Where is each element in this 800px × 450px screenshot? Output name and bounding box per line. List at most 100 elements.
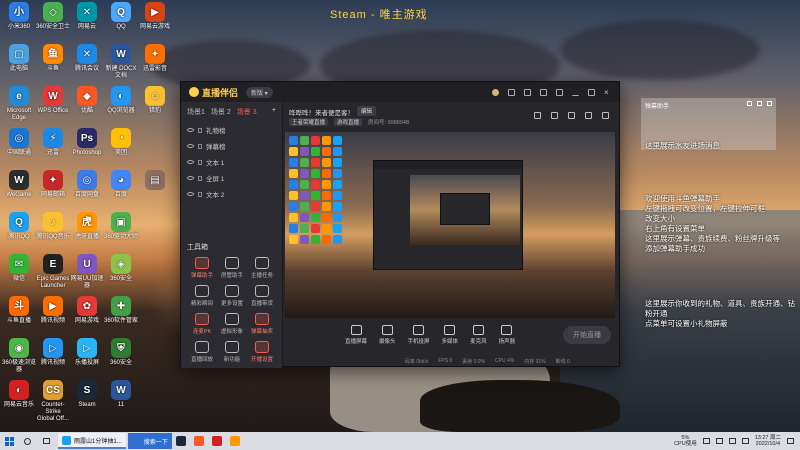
stream-tag[interactable]: 王者荣耀直播	[289, 118, 329, 126]
cpu-meter[interactable]: 5% CPU使用	[674, 435, 697, 447]
gift-icon[interactable]	[568, 112, 575, 119]
desktop-icon[interactable]: ◔ 美团	[104, 128, 138, 157]
tool-item[interactable]: 直播回放	[187, 341, 217, 363]
share-icon[interactable]	[602, 112, 609, 119]
source-button[interactable]: 摄像头	[379, 325, 396, 345]
tool-item[interactable]: 直播带货	[247, 285, 277, 307]
tool-item[interactable]: 弹幕抽奖	[247, 313, 277, 335]
desktop-icon[interactable]: ▶ 腾讯视频	[36, 296, 70, 325]
tool-item[interactable]: 主播任务	[247, 257, 277, 279]
desktop-icon[interactable]: e Microsoft Edge	[2, 86, 36, 122]
grid-icon[interactable]	[524, 88, 531, 96]
lock-icon[interactable]	[534, 112, 541, 119]
eye-icon[interactable]	[187, 144, 194, 148]
volume-icon[interactable]	[728, 438, 736, 444]
lock-icon[interactable]	[198, 143, 202, 149]
taskbar-app[interactable]: 搜索一下	[127, 433, 172, 449]
eye-icon[interactable]	[187, 128, 194, 132]
pin-icon[interactable]	[757, 101, 762, 106]
notification-icon[interactable]	[787, 438, 794, 444]
desktop-icon[interactable]: E Epic Games Launcher	[36, 254, 70, 290]
version-dropdown[interactable]: 新版 ▾	[246, 86, 273, 98]
desktop-icon[interactable]: ✿ 网易游戏	[70, 296, 104, 325]
desktop-icon[interactable]: W WeGame	[2, 170, 36, 199]
close-icon[interactable]: ×	[604, 88, 611, 96]
bag-icon[interactable]	[551, 112, 558, 119]
desktop-icon[interactable]: Q 腾讯QQ	[2, 212, 36, 241]
tool-item[interactable]: 开播设置	[247, 341, 277, 363]
taskbar-pinned-app[interactable]	[190, 436, 208, 446]
lock-icon[interactable]	[198, 175, 202, 181]
desktop-icon[interactable]: ◆ 优酷	[70, 86, 104, 115]
search-button[interactable]	[18, 437, 36, 445]
live-companion-window[interactable]: 直播伴侣 新版 ▾ × 场景1 场景 2 场景 3 + 礼物榜 弹幕榜 文本 1 全屏 1 文…	[180, 81, 620, 368]
desktop-icon[interactable]: CS Counter-Strike Global Off...	[36, 380, 70, 423]
desktop-icon[interactable]: ☺ 猎豹	[138, 86, 172, 115]
desktop-icon[interactable]: ◉ 360极速浏览器	[2, 338, 36, 374]
desktop-icon[interactable]: 虎虎牙直播	[70, 212, 104, 241]
eye-icon[interactable]	[187, 160, 194, 164]
gift-icon[interactable]	[540, 88, 547, 96]
settings-icon[interactable]	[585, 112, 592, 119]
source-button[interactable]: 直播屏幕	[345, 325, 367, 345]
desktop-icon[interactable]: ◎ 百度网盘	[70, 170, 104, 199]
network-icon[interactable]	[715, 438, 723, 444]
layer-item[interactable]: 文本 2	[181, 186, 282, 202]
lock-icon[interactable]	[198, 127, 202, 133]
taskbar-app[interactable]: 雨露山1分钟抽1...	[58, 433, 126, 449]
desktop-icon[interactable]: ◎ 中国联通	[2, 128, 36, 157]
stream-title[interactable]: 哗哗哗！来者便是客！	[289, 107, 354, 117]
desktop-icon[interactable]: ▣ 360驱动大师	[104, 212, 138, 241]
start-live-button[interactable]: 开始直播	[563, 326, 611, 344]
desktop-icon[interactable]: 斗斗鱼直播	[2, 296, 36, 325]
stream-preview[interactable]	[285, 132, 615, 318]
desktop-icon[interactable]: ♪ 腾讯QQ音乐	[36, 212, 70, 241]
menu-icon[interactable]	[556, 88, 563, 96]
desktop-icon[interactable]: Q QQ	[104, 2, 138, 31]
minimize-icon[interactable]	[572, 89, 579, 96]
desktop-icon[interactable]: W 新建 DOCX 文档	[104, 44, 138, 80]
desktop-icon[interactable]: ⛨ 360安全	[104, 338, 138, 367]
desktop-icon[interactable]: 鱼斗鱼	[36, 44, 70, 73]
stream-tag[interactable]: 游戏直播	[334, 118, 363, 126]
desktop-icon[interactable]: ✕ 腾讯会议	[70, 44, 104, 73]
source-button[interactable]: 手机投屏	[408, 325, 430, 345]
desktop-icon[interactable]: W WPS Office	[36, 86, 70, 115]
tool-item[interactable]: 连麦PK	[187, 313, 217, 335]
desktop-icon[interactable]: ✕ 网易云	[70, 2, 104, 31]
ime-icon[interactable]	[741, 438, 749, 444]
eye-icon[interactable]	[187, 176, 194, 180]
desktop-icon[interactable]: ◇ 360安全卫士	[36, 2, 70, 31]
clock[interactable]: 13:27 周二 2022/10/4	[755, 435, 781, 447]
lock-icon[interactable]	[198, 191, 202, 197]
desktop-icon[interactable]: ▶ 网易云游戏	[138, 2, 172, 31]
desktop-icon[interactable]: U 网易UU加速器	[70, 254, 104, 290]
lock-icon[interactable]	[198, 159, 202, 165]
scene-tab[interactable]: 场景 2	[211, 107, 231, 117]
scene-tab[interactable]: 场景1	[187, 107, 205, 117]
tool-item[interactable]: 新功能	[217, 341, 247, 363]
layer-item[interactable]: 礼物榜	[181, 122, 282, 138]
desktop-icon[interactable]: ◐ 网易云音乐	[2, 380, 36, 409]
desktop-icon[interactable]: 小小米360	[2, 2, 36, 31]
avatar-icon[interactable]	[492, 88, 499, 96]
chevron-up-icon[interactable]	[702, 438, 710, 444]
mail-icon[interactable]	[508, 88, 515, 96]
desktop-icon[interactable]: ✚ 360软件管家	[104, 296, 138, 325]
layer-item[interactable]: 弹幕榜	[181, 138, 282, 154]
desktop-icon[interactable]: S Steam	[70, 380, 104, 409]
start-button[interactable]	[0, 432, 18, 450]
desktop-icon[interactable]: ✉ 微信	[2, 254, 36, 283]
desktop-icon[interactable]: ◈ 360安全	[104, 254, 138, 283]
desktop-icon[interactable]: W 11	[104, 380, 138, 409]
taskbar-pinned-app[interactable]	[208, 436, 226, 446]
desktop-icon[interactable]: ▢ 此电脑	[2, 44, 36, 73]
desktop-icon[interactable]: Ps Photoshop	[70, 128, 104, 157]
tool-item[interactable]: 精彩瞬间	[187, 285, 217, 307]
source-button[interactable]: 多媒体	[442, 325, 458, 345]
tool-item[interactable]: 弹幕助手	[187, 257, 217, 279]
desktop-icon[interactable]: ▷ 乐播投屏	[70, 338, 104, 367]
tool-item[interactable]: 更多设置	[217, 285, 247, 307]
scene-tab[interactable]: 场景 3	[237, 107, 257, 117]
add-scene-button[interactable]: +	[272, 107, 276, 117]
